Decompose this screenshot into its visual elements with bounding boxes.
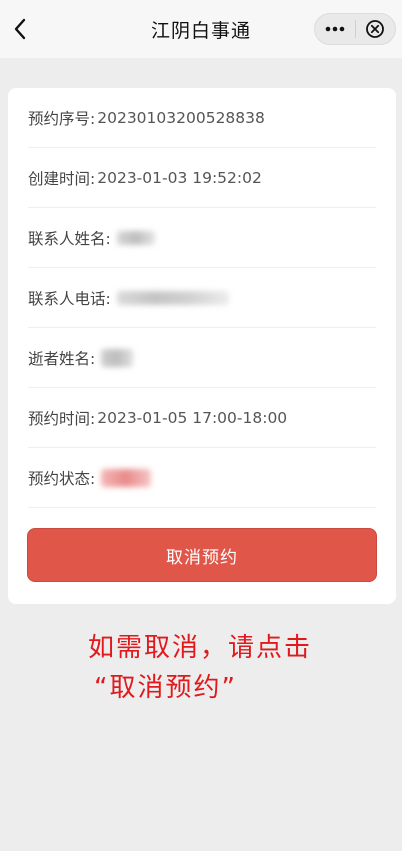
detail-row-deceased-name: 逝者姓名:	[28, 328, 376, 388]
detail-label: 预约序号:	[28, 109, 96, 128]
more-button[interactable]	[315, 14, 355, 44]
detail-label: 预约时间:	[28, 409, 96, 428]
annotation-line-2: “取消预约”	[94, 673, 237, 703]
detail-value: 20230103200528838	[97, 108, 265, 127]
navigation-bar: 江阴白事通	[0, 0, 402, 58]
instruction-annotation: 如需取消，请点击 “取消预约”	[88, 628, 388, 708]
detail-label: 逝者姓名:	[28, 349, 96, 368]
detail-label: 创建时间:	[28, 169, 96, 188]
mini-program-capsule	[314, 13, 396, 45]
chevron-left-icon	[14, 18, 26, 40]
page-title: 江阴白事通	[150, 19, 251, 42]
detail-value: 2023-01-05 17:00-18:00	[97, 408, 288, 427]
redacted-value	[101, 468, 152, 487]
close-button[interactable]	[356, 14, 396, 44]
detail-row-reservation-status: 预约状态:	[28, 448, 376, 508]
detail-value: 2023-01-03 19:52:02	[97, 168, 262, 187]
redacted-value	[101, 348, 134, 367]
close-circle-icon	[366, 20, 385, 38]
more-dots-icon	[325, 26, 345, 32]
annotation-line-1: 如需取消，请点击	[88, 633, 313, 663]
redacted-value	[116, 290, 229, 305]
cancel-reservation-button[interactable]: 取消预约	[27, 528, 377, 582]
detail-row-reservation-time: 预约时间: 2023-01-05 17:00-18:00	[28, 388, 376, 448]
detail-row-reservation-number: 预约序号: 20230103200528838	[28, 88, 376, 148]
back-button[interactable]	[6, 15, 34, 43]
detail-row-contact-phone: 联系人电话:	[28, 268, 376, 328]
reservation-detail-card: 预约序号: 20230103200528838 创建时间: 2023-01-03…	[8, 88, 396, 604]
detail-row-created-time: 创建时间: 2023-01-03 19:52:02	[28, 148, 376, 208]
detail-label: 预约状态:	[28, 469, 96, 488]
detail-label: 联系人姓名:	[28, 229, 111, 248]
detail-row-contact-name: 联系人姓名:	[28, 208, 376, 268]
detail-label: 联系人电话:	[28, 289, 111, 308]
redacted-value	[116, 230, 155, 245]
